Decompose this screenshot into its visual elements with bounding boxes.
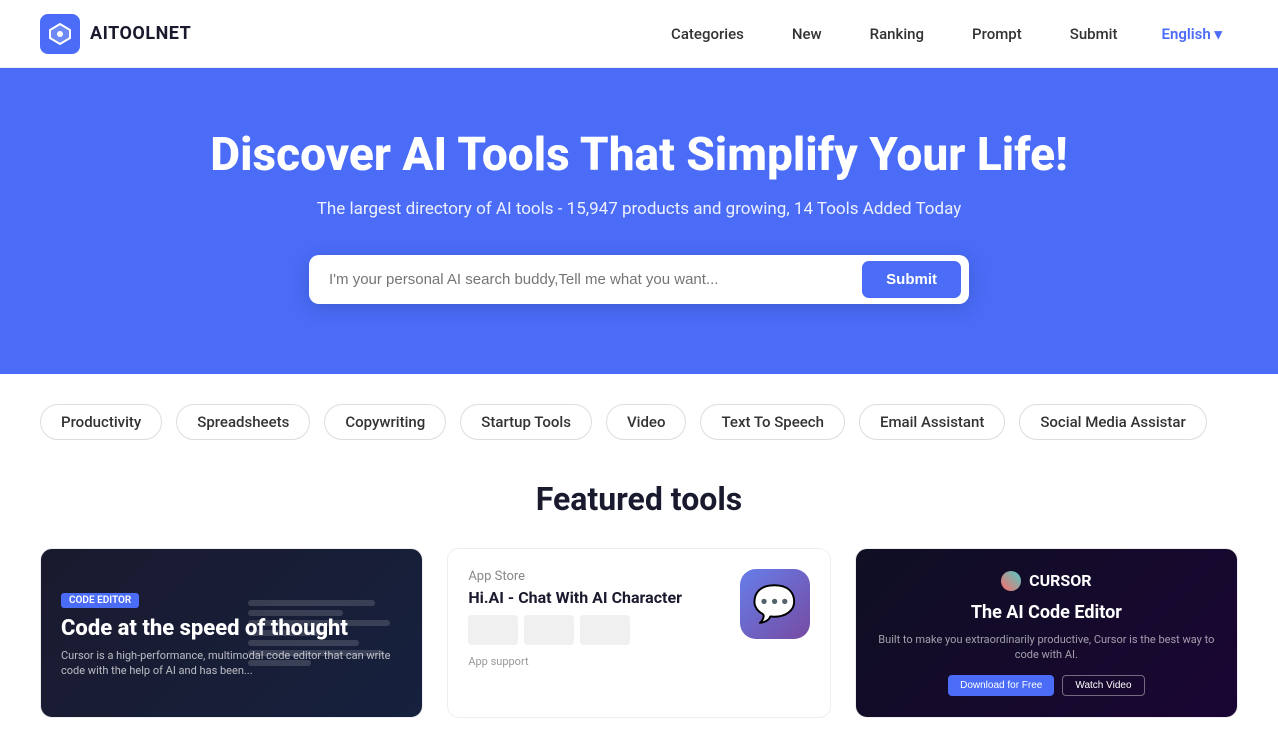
- search-bar: Submit: [309, 255, 969, 304]
- card-hiai-title: Hi.AI - Chat With AI Character: [468, 588, 723, 607]
- hero-subtitle: The largest directory of AI tools - 15,9…: [40, 199, 1238, 219]
- card-ai-code-editor-brand: CURSOR: [1029, 571, 1091, 590]
- nav-prompt[interactable]: Prompt: [952, 17, 1042, 51]
- card-ai-code-editor-subtitle: Built to make you extraordinarily produc…: [876, 632, 1217, 663]
- nav-categories[interactable]: Categories: [651, 17, 764, 51]
- tag-text-to-speech[interactable]: Text To Speech: [700, 404, 845, 440]
- tag-email-assistant[interactable]: Email Assistant: [859, 404, 1005, 440]
- card-hiai-brand: App Store: [468, 569, 723, 584]
- tag-social-media[interactable]: Social Media Assistar: [1019, 404, 1206, 440]
- hero-title: Discover AI Tools That Simplify Your Lif…: [40, 128, 1238, 183]
- tag-spreadsheets[interactable]: Spreadsheets: [176, 404, 310, 440]
- tag-productivity[interactable]: Productivity: [40, 404, 162, 440]
- card-ai-code-editor-watch-btn[interactable]: Watch Video: [1062, 675, 1144, 696]
- tag-startup-tools[interactable]: Startup Tools: [460, 404, 592, 440]
- tags-section: Productivity Spreadsheets Copywriting St…: [0, 374, 1278, 470]
- logo-text: AITOOLNET: [90, 23, 191, 44]
- card-ai-code-editor-title: The AI Code Editor: [876, 601, 1217, 624]
- card-ai-code-editor-logo: CURSOR: [876, 571, 1217, 591]
- search-submit-button[interactable]: Submit: [862, 261, 961, 298]
- card-hiai[interactable]: App Store Hi.AI - Chat With AI Character…: [447, 548, 830, 718]
- logo-dot: [1001, 571, 1021, 591]
- card-ai-code-editor[interactable]: CURSOR The AI Code Editor Built to make …: [855, 548, 1238, 718]
- logo-icon: [40, 14, 80, 54]
- search-input[interactable]: [329, 263, 862, 296]
- card-hiai-icon: 💬: [740, 569, 810, 639]
- tag-copywriting[interactable]: Copywriting: [324, 404, 446, 440]
- featured-title: Featured tools: [40, 480, 1238, 518]
- navbar: AITOOLNET Categories New Ranking Prompt …: [0, 0, 1278, 68]
- card-ai-code-editor-buttons: Download for Free Watch Video: [876, 675, 1217, 696]
- nav-links: Categories New Ranking Prompt Submit Eng…: [651, 17, 1238, 51]
- nav-new[interactable]: New: [772, 17, 842, 51]
- tag-video[interactable]: Video: [606, 404, 687, 440]
- card-cursor[interactable]: CODE EDITOR Code at the speed of thought…: [40, 548, 423, 718]
- logo[interactable]: AITOOLNET: [40, 14, 191, 54]
- card-ai-code-editor-download-btn[interactable]: Download for Free: [948, 675, 1054, 696]
- nav-submit[interactable]: Submit: [1050, 17, 1138, 51]
- featured-section: Featured tools CODE EDITOR Code at the s…: [0, 470, 1278, 748]
- nav-ranking[interactable]: Ranking: [850, 17, 944, 51]
- card-hiai-left: App Store Hi.AI - Chat With AI Character…: [468, 569, 723, 697]
- card-cursor-decoration: [232, 549, 423, 717]
- card-ai-code-editor-content: CURSOR The AI Code Editor Built to make …: [876, 571, 1217, 696]
- card-cursor-tag: CODE EDITOR: [61, 593, 139, 608]
- hero-section: Discover AI Tools That Simplify Your Lif…: [0, 68, 1278, 374]
- nav-language[interactable]: English ▾: [1145, 17, 1238, 51]
- cards-grid: CODE EDITOR Code at the speed of thought…: [40, 548, 1238, 718]
